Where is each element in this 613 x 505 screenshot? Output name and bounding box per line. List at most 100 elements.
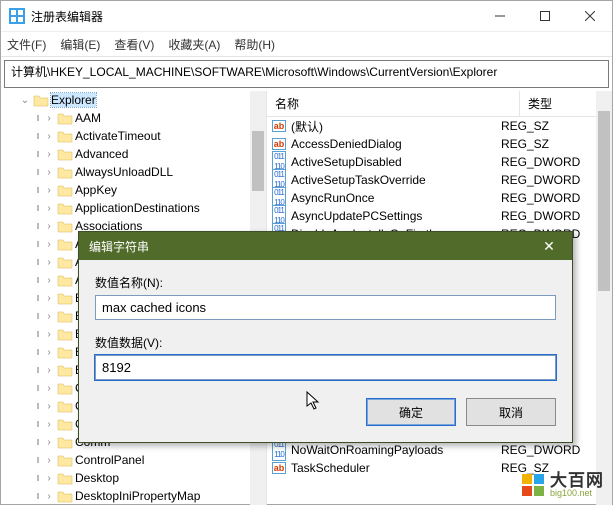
value-name: AsyncRunOnce [291, 191, 501, 205]
expand-icon[interactable]: › [43, 185, 55, 196]
value-name: AsyncUpdatePCSettings [291, 209, 501, 223]
value-name: (默认) [291, 118, 501, 135]
tree-item[interactable]: › Desktop [1, 469, 266, 487]
watermark: 大百网 big100.net [522, 472, 604, 498]
value-type: REG_SZ [501, 137, 608, 151]
expand-icon[interactable]: › [43, 113, 55, 124]
tree-item[interactable]: › ApplicationDestinations [1, 199, 266, 217]
tree-item[interactable]: › ActivateTimeout [1, 127, 266, 145]
folder-icon [57, 489, 73, 503]
window-controls [477, 1, 612, 31]
folder-icon [57, 363, 73, 377]
collapse-icon[interactable]: ⌄ [19, 95, 31, 106]
folder-icon [57, 111, 73, 125]
list-row[interactable]: ab (默认)REG_SZ [267, 117, 612, 135]
list-row[interactable]: 011110ActiveSetupDisabledREG_DWORD [267, 153, 612, 171]
expand-icon[interactable]: › [43, 203, 55, 214]
expand-icon[interactable]: › [43, 275, 55, 286]
expand-icon[interactable]: › [43, 491, 55, 502]
expand-icon[interactable]: › [43, 473, 55, 484]
list-row[interactable]: 011110NoWaitOnRoamingPayloadsREG_DWORD [267, 441, 612, 459]
expand-icon[interactable]: › [43, 311, 55, 322]
minimize-button[interactable] [477, 1, 522, 31]
folder-icon [57, 381, 73, 395]
titlebar: 注册表编辑器 [1, 1, 612, 32]
watermark-text: 大百网 [550, 472, 604, 489]
menubar: 文件(F) 编辑(E) 查看(V) 收藏夹(A) 帮助(H) [1, 32, 612, 57]
tree-item[interactable]: › DesktopIniPropertyMap [1, 487, 266, 505]
expand-icon[interactable]: › [43, 257, 55, 268]
list-row[interactable]: 011110AsyncUpdatePCSettingsREG_DWORD [267, 207, 612, 225]
folder-icon [57, 453, 73, 467]
menu-file[interactable]: 文件(F) [7, 36, 46, 53]
list-header: 名称 类型 [267, 91, 612, 117]
value-name: ActiveSetupTaskOverride [291, 173, 501, 187]
tree-item-label: ApplicationDestinations [75, 201, 200, 215]
expand-icon[interactable]: › [43, 221, 55, 232]
close-button[interactable] [567, 1, 612, 31]
folder-icon [57, 417, 73, 431]
menu-help[interactable]: 帮助(H) [234, 36, 275, 53]
col-name[interactable]: 名称 [267, 91, 520, 116]
watermark-url: big100.net [550, 489, 604, 498]
expand-icon[interactable]: › [43, 293, 55, 304]
mouse-cursor [306, 391, 322, 414]
folder-icon [57, 255, 73, 269]
menu-favorites[interactable]: 收藏夹(A) [168, 36, 220, 53]
value-type: REG_DWORD [501, 173, 608, 187]
tree-item[interactable]: ›AlwaysUnloadDLL [1, 163, 266, 181]
dialog-close-button[interactable]: ✕ [536, 238, 562, 255]
expand-icon[interactable]: › [43, 383, 55, 394]
ok-button[interactable]: 确定 [366, 398, 456, 426]
menu-edit[interactable]: 编辑(E) [60, 36, 100, 53]
tree-item-label: ActivateTimeout [75, 129, 161, 143]
expand-icon[interactable]: › [43, 365, 55, 376]
string-icon: ab [272, 120, 287, 132]
address-bar[interactable]: 计算机\HKEY_LOCAL_MACHINE\SOFTWARE\Microsof… [4, 60, 609, 88]
value-name: NoWaitOnRoamingPayloads [291, 443, 501, 457]
folder-icon [57, 471, 73, 485]
expand-icon[interactable]: › [43, 455, 55, 466]
tree-item[interactable]: › ControlPanel [1, 451, 266, 469]
value-type: REG_SZ [501, 119, 608, 133]
tree-item[interactable]: ›AppKey [1, 181, 266, 199]
dialog-title: 编辑字符串 [89, 238, 536, 255]
folder-icon [57, 327, 73, 341]
menu-view[interactable]: 查看(V) [114, 36, 154, 53]
expand-icon[interactable]: › [43, 239, 55, 250]
expand-icon[interactable]: › [43, 437, 55, 448]
maximize-button[interactable] [522, 1, 567, 31]
tree-item[interactable]: › Advanced [1, 145, 266, 163]
tree-item-label: AAM [75, 111, 101, 125]
dialog-titlebar[interactable]: 编辑字符串 ✕ [79, 232, 572, 260]
value-name: AccessDeniedDialog [291, 137, 501, 151]
tree-item-label: DesktopIniPropertyMap [75, 489, 200, 503]
tree-item-label: ControlPanel [75, 453, 144, 467]
value-data-input[interactable] [95, 355, 556, 380]
expand-icon[interactable]: › [43, 419, 55, 430]
value-name-input[interactable] [95, 295, 556, 320]
value-name: ActiveSetupDisabled [291, 155, 501, 169]
expand-icon[interactable]: › [43, 167, 55, 178]
tree-root-label: Explorer [51, 93, 96, 107]
list-row[interactable]: abAccessDeniedDialogREG_SZ [267, 135, 612, 153]
expand-icon[interactable]: › [43, 149, 55, 160]
value-type: REG_DWORD [501, 155, 608, 169]
folder-icon [57, 309, 73, 323]
tree-item[interactable]: › AAM [1, 109, 266, 127]
list-row[interactable]: 011110ActiveSetupTaskOverrideREG_DWORD [267, 171, 612, 189]
list-row[interactable]: 011110AsyncRunOnceREG_DWORD [267, 189, 612, 207]
expand-icon[interactable]: › [43, 131, 55, 142]
expand-icon[interactable]: › [43, 401, 55, 412]
expand-icon[interactable]: › [43, 329, 55, 340]
list-scrollbar[interactable] [596, 91, 612, 505]
tree-item-label: Desktop [75, 471, 119, 485]
folder-icon [57, 399, 73, 413]
folder-icon [57, 183, 73, 197]
folder-icon [57, 345, 73, 359]
cancel-button[interactable]: 取消 [466, 398, 556, 426]
expand-icon[interactable]: › [43, 347, 55, 358]
tree-root[interactable]: ⌄ Explorer [1, 91, 266, 109]
tree-item-label: Advanced [75, 147, 128, 161]
regedit-window: 注册表编辑器 文件(F) 编辑(E) 查看(V) 收藏夹(A) 帮助(H) 计算… [0, 0, 613, 505]
